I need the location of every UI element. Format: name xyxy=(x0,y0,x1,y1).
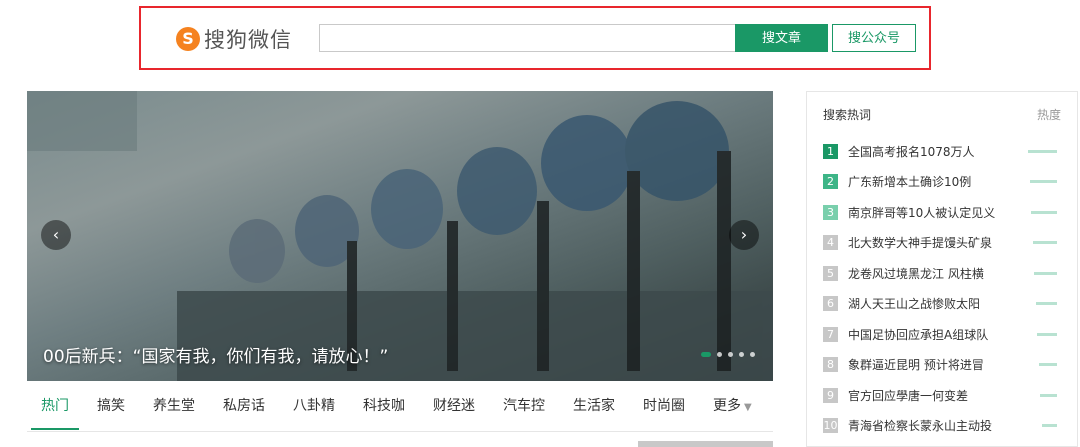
chevron-down-icon: ▼ xyxy=(744,402,752,413)
hot-search-panel: 搜索热词 热度 1 全国高考报名1078万人 2 广东新增本土确诊10例 3 南京胖哥等1… xyxy=(806,91,1078,447)
tab-more-label: 更多 xyxy=(713,398,741,414)
hot-search-title: 搜索热词 xyxy=(823,108,872,122)
tab-gossip[interactable]: 八卦精 xyxy=(279,384,349,432)
rank-badge: 1 xyxy=(823,143,838,159)
tab-fashion[interactable]: 时尚圈 xyxy=(629,384,699,432)
tab-more[interactable]: 更多 ▼ xyxy=(699,384,766,432)
tab-private-talk[interactable]: 私房话 xyxy=(209,384,279,432)
carousel-dot[interactable] xyxy=(728,352,733,357)
heat-bar xyxy=(1042,424,1057,428)
carousel-dot[interactable] xyxy=(717,352,722,357)
hot-search-item[interactable]: 2 广东新增本土确诊10例 xyxy=(823,167,1061,198)
hot-search-item[interactable]: 8 象群逼近昆明 预计将进冒 xyxy=(823,350,1061,381)
rank-badge: 8 xyxy=(823,357,838,373)
soldier-silhouettes xyxy=(177,101,773,381)
hot-search-item[interactable]: 1 全国高考报名1078万人 xyxy=(823,136,1061,167)
search-input[interactable] xyxy=(319,24,735,52)
hot-search-title-text[interactable]: 龙卷风过境黑龙江 风柱横 xyxy=(848,265,1023,282)
hot-search-item[interactable]: 7 中国足协回应承担A组球队 xyxy=(823,319,1061,350)
hot-search-title-text[interactable]: 南京胖哥等10人被认定见义 xyxy=(848,204,1023,221)
heat-bar xyxy=(1028,149,1057,153)
rank-badge: 3 xyxy=(823,204,838,220)
heat-bar xyxy=(1036,302,1057,306)
rank-badge: 10 xyxy=(823,418,838,434)
rank-badge: 2 xyxy=(823,174,838,190)
hot-search-item[interactable]: 9 官方回应學唐一何变差 xyxy=(823,380,1061,411)
hot-search-item[interactable]: 4 北大数学大神手提馒头矿泉 xyxy=(823,228,1061,259)
carousel-dot[interactable] xyxy=(750,352,755,357)
rank-badge: 9 xyxy=(823,387,838,403)
carousel-slide-image xyxy=(27,91,773,381)
hot-search-item[interactable]: 5 龙卷风过境黑龙江 风柱横 xyxy=(823,258,1061,289)
rank-badge: 7 xyxy=(823,326,838,342)
hot-search-title-text[interactable]: 青海省检察长蒙永山主动投 xyxy=(848,417,1023,434)
heat-indicator xyxy=(1027,424,1061,428)
category-nav: 热门 搞笑 养生堂 私房话 八卦精 科技咖 财经迷 汽车控 生活家 时尚圈 更多… xyxy=(27,384,773,432)
logo-text: 搜狗微信 xyxy=(204,28,292,52)
heat-bar xyxy=(1031,210,1057,214)
heat-indicator xyxy=(1027,149,1061,153)
heat-bar xyxy=(1030,180,1057,184)
heat-indicator xyxy=(1027,363,1061,367)
hot-search-title-text[interactable]: 广东新增本土确诊10例 xyxy=(848,173,1023,190)
sogou-logo-icon xyxy=(176,27,200,51)
heat-bar xyxy=(1040,393,1057,397)
heat-bar xyxy=(1037,332,1057,336)
tab-lifestyle[interactable]: 生活家 xyxy=(559,384,629,432)
rank-badge: 6 xyxy=(823,296,838,312)
search-account-button[interactable]: 搜公众号 xyxy=(832,24,916,52)
tab-cars[interactable]: 汽车控 xyxy=(489,384,559,432)
heat-indicator xyxy=(1027,332,1061,336)
chevron-right-icon: › xyxy=(740,225,748,244)
hot-search-title-text[interactable]: 湖人天王山之战惨败太阳 xyxy=(848,295,1023,312)
tab-health[interactable]: 养生堂 xyxy=(139,384,209,432)
rank-badge: 4 xyxy=(823,235,838,251)
heat-column-label: 热度 xyxy=(1036,108,1061,122)
carousel-dot[interactable] xyxy=(701,352,711,357)
carousel-next-button[interactable]: › xyxy=(729,220,759,250)
heat-indicator xyxy=(1027,210,1061,214)
tab-tech[interactable]: 科技咖 xyxy=(349,384,419,432)
heat-indicator xyxy=(1027,302,1061,306)
tab-hot[interactable]: 热门 xyxy=(27,384,83,432)
hot-search-item[interactable]: 10 青海省检察长蒙永山主动投 xyxy=(823,411,1061,442)
carousel-caption[interactable]: 00后新兵：“国家有我，你们有我，请放心！” xyxy=(43,342,388,367)
heat-indicator xyxy=(1027,241,1061,245)
heat-bar xyxy=(1033,241,1057,245)
sogou-weixin-logo[interactable]: 搜狗微信 xyxy=(176,24,292,54)
hot-search-title-text[interactable]: 全国高考报名1078万人 xyxy=(848,143,1023,160)
article-thumbnail-peek[interactable] xyxy=(638,441,773,447)
chevron-left-icon: ‹ xyxy=(52,225,60,244)
hot-search-header: 搜索热词 热度 xyxy=(823,106,1061,123)
heat-indicator xyxy=(1027,180,1061,184)
hot-search-title-text[interactable]: 北大数学大神手提馒头矿泉 xyxy=(848,234,1023,251)
hot-search-item[interactable]: 3 南京胖哥等10人被认定见义 xyxy=(823,197,1061,228)
heat-indicator xyxy=(1027,271,1061,275)
tab-finance[interactable]: 财经迷 xyxy=(419,384,489,432)
hot-search-list: 1 全国高考报名1078万人 2 广东新增本土确诊10例 3 南京胖哥等10人被认定见义 4… xyxy=(823,136,1061,441)
heat-bar xyxy=(1034,271,1057,275)
hot-search-item[interactable]: 6 湖人天王山之战惨败太阳 xyxy=(823,289,1061,320)
hot-search-title-text[interactable]: 中国足协回应承担A组球队 xyxy=(848,326,1023,343)
tab-funny[interactable]: 搞笑 xyxy=(83,384,139,432)
carousel-indicators xyxy=(701,352,755,357)
heat-bar xyxy=(1039,363,1057,367)
featured-carousel[interactable]: ‹ › 00后新兵：“国家有我，你们有我，请放心！” xyxy=(27,91,773,381)
rank-badge: 5 xyxy=(823,265,838,281)
nav-divider xyxy=(27,431,773,432)
carousel-prev-button[interactable]: ‹ xyxy=(41,220,71,250)
heat-indicator xyxy=(1027,393,1061,397)
carousel-dot[interactable] xyxy=(739,352,744,357)
hot-search-title-text[interactable]: 象群逼近昆明 预计将进冒 xyxy=(848,356,1023,373)
hot-search-title-text[interactable]: 官方回应學唐一何变差 xyxy=(848,387,1023,404)
search-article-button[interactable]: 搜文章 xyxy=(735,24,828,52)
